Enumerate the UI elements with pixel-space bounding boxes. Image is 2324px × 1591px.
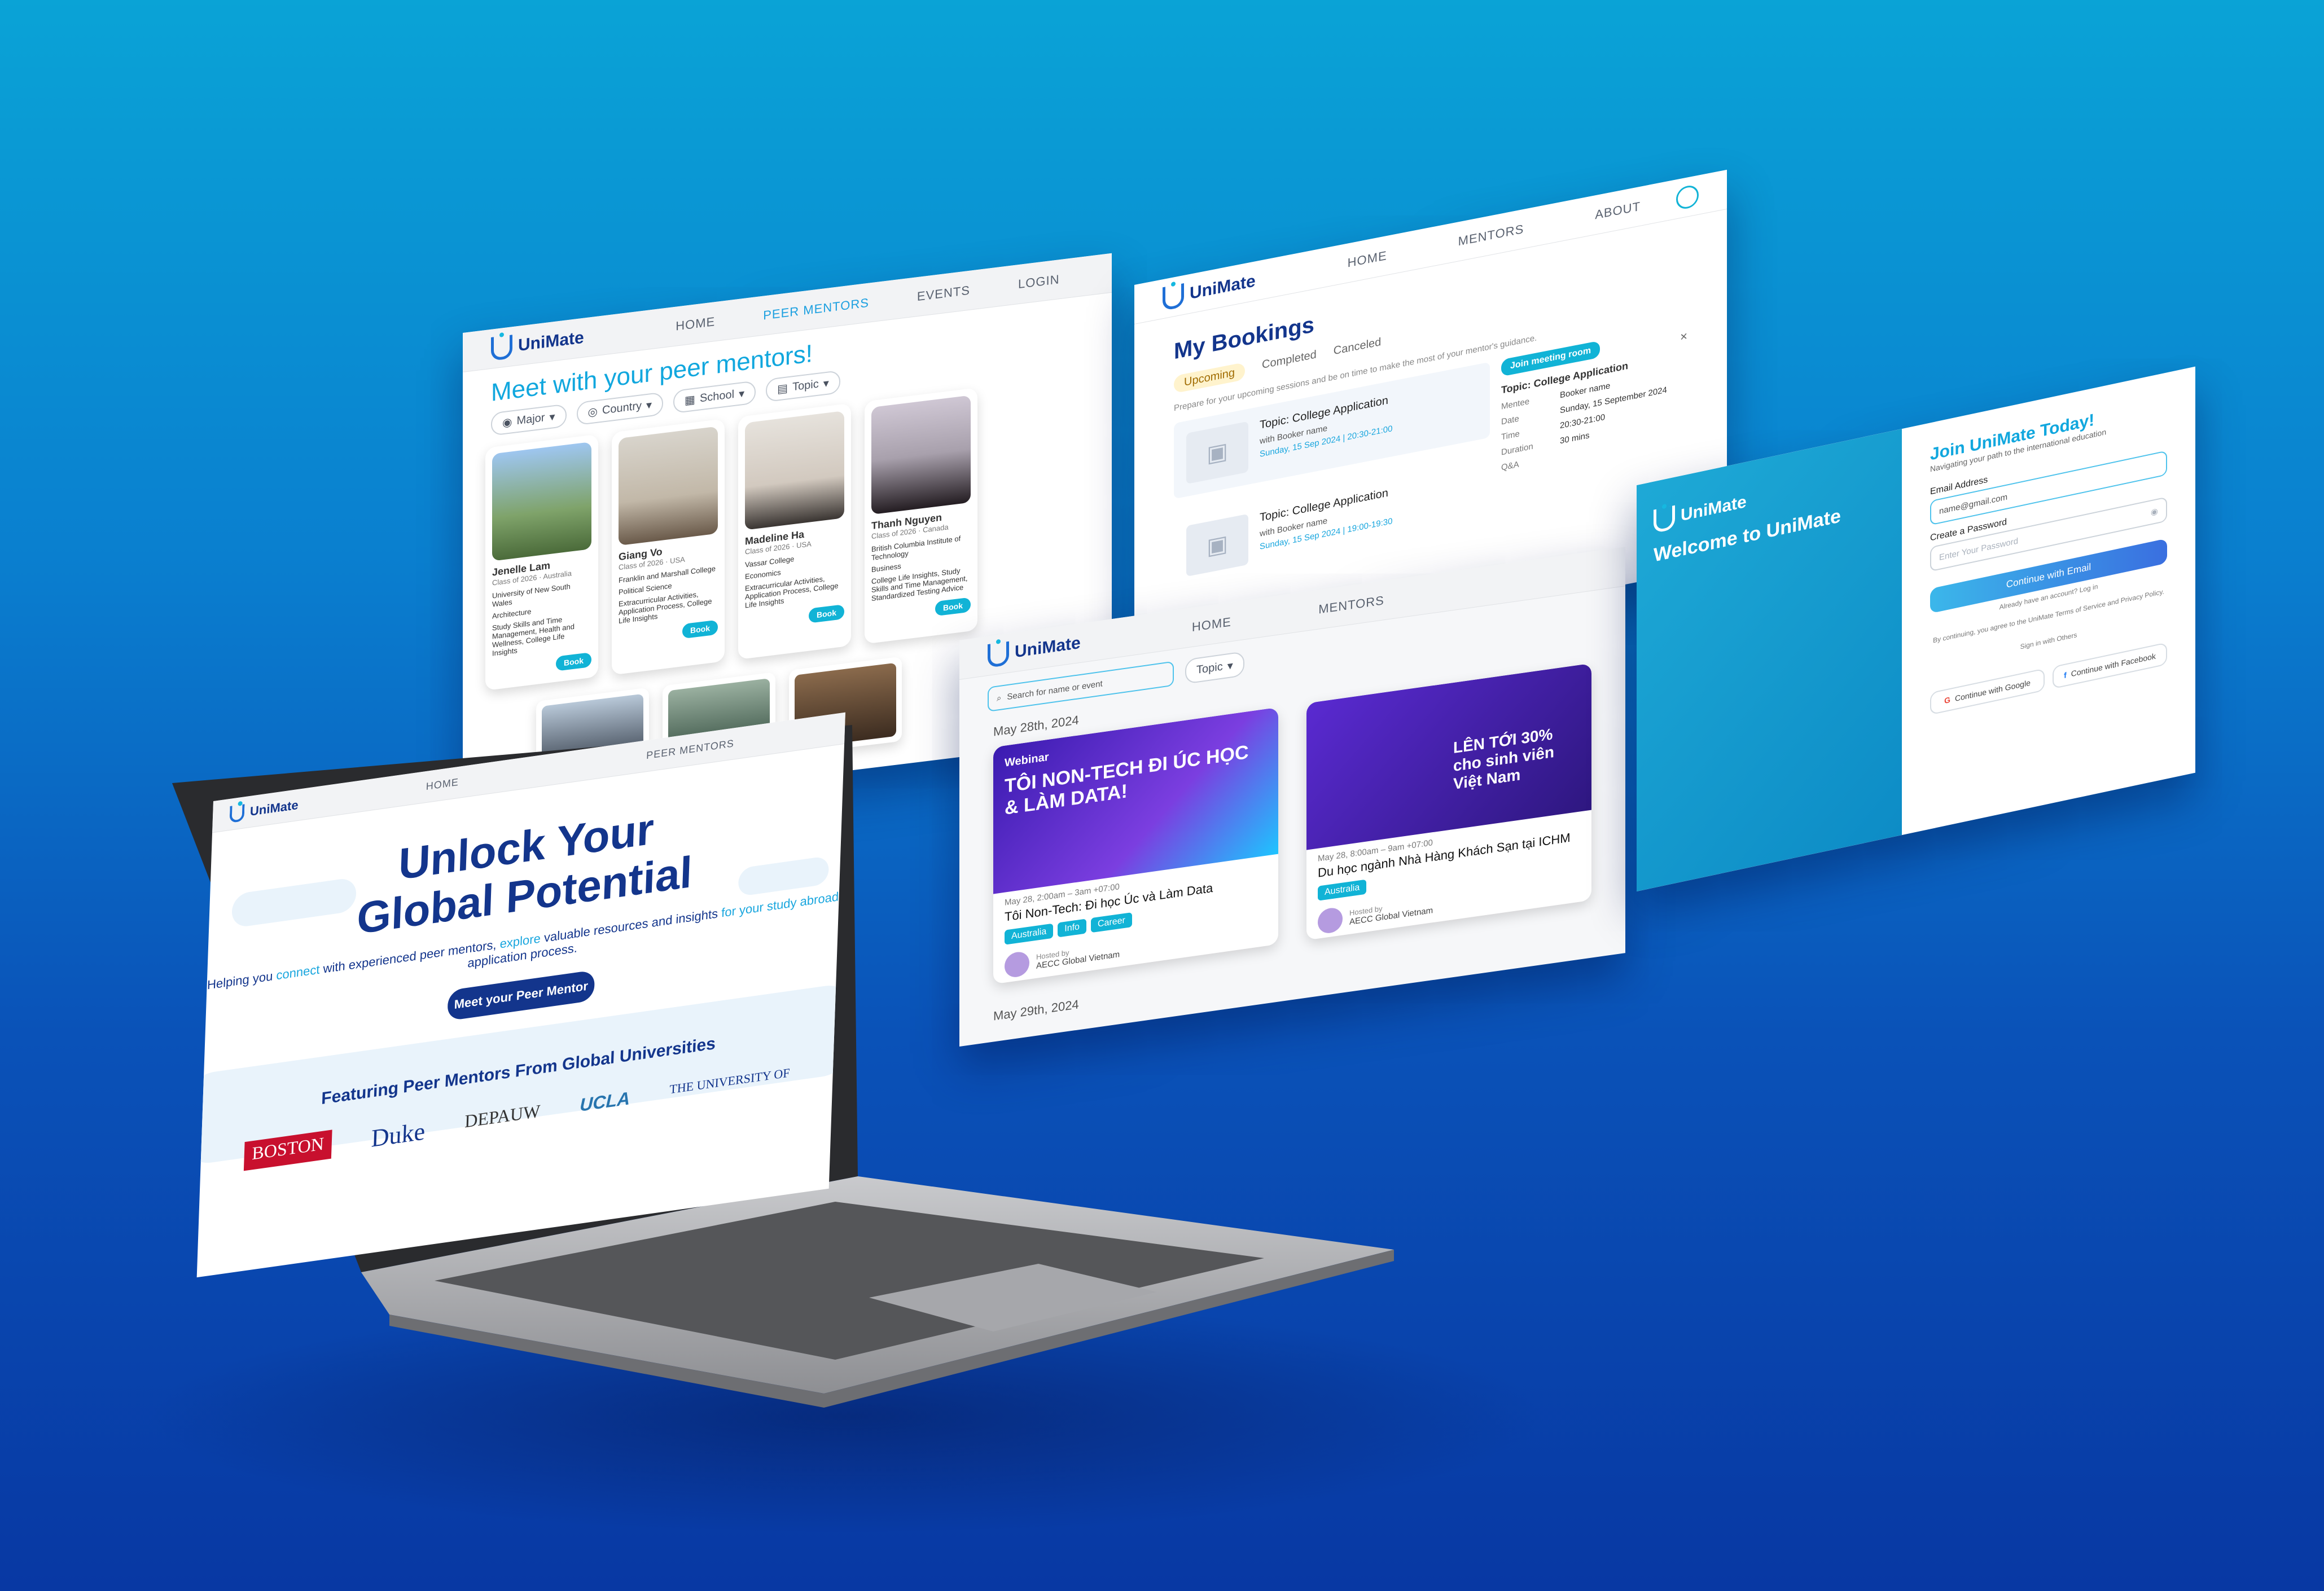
nav-home[interactable]: HOME	[1348, 248, 1387, 270]
search-placeholder: Search for name or event	[1007, 678, 1103, 702]
eye-icon[interactable]: ◉	[2151, 506, 2158, 518]
logo-text: UniMate	[518, 328, 584, 355]
nav-peer-mentors[interactable]: PEER MENTORS	[646, 737, 734, 762]
school-icon: ▦	[685, 393, 695, 407]
detail-value: 20:30-21:00	[1560, 412, 1606, 431]
event-card[interactable]: LÊN TỚI 30% cho sinh viên Việt Nam May 2…	[1306, 663, 1591, 940]
hero-sub-highlight: connect	[276, 962, 320, 982]
event-banner-text: LÊN TỚI 30% cho sinh viên Việt Nam	[1453, 725, 1554, 793]
mentor-country: USA	[670, 555, 685, 565]
close-icon[interactable]: ×	[1680, 329, 1687, 345]
mentor-photo	[745, 410, 844, 530]
topic-icon: ▤	[777, 382, 788, 396]
image-placeholder-icon: ▣	[1186, 513, 1248, 577]
filter-label: Topic	[1196, 660, 1223, 676]
nav-home[interactable]: HOME	[676, 314, 715, 334]
social-buttons: G Continue with Google f Continue with Fac…	[1930, 642, 2167, 715]
mentor-photo	[619, 426, 718, 546]
detail-value: 30 mins	[1560, 430, 1590, 446]
detail-key: Duration	[1501, 441, 1533, 458]
login-welcome-panel: UniMate Welcome to UniMate	[1637, 429, 1902, 891]
filter-label: Topic	[792, 377, 819, 394]
logo-text: UniMate	[1015, 633, 1081, 661]
google-icon: G	[1944, 695, 1950, 706]
chevron-down-icon: ▾	[549, 410, 555, 424]
logo-text: UniMate	[1190, 271, 1256, 303]
nav-home[interactable]: HOME	[426, 776, 459, 793]
nav-home[interactable]: HOME	[1192, 614, 1231, 635]
book-button[interactable]: Book	[556, 652, 591, 671]
unimate-logo-icon	[1654, 505, 1675, 534]
filter-label: Country	[602, 399, 642, 417]
facebook-button[interactable]: f Continue with Facebook	[2053, 642, 2167, 689]
event-tag: Career	[1090, 912, 1132, 933]
chevron-down-icon: ▾	[739, 387, 745, 401]
unimate-logo-icon	[1163, 283, 1184, 311]
logo[interactable]: UniMate	[988, 631, 1081, 668]
event-tag: Australia	[1318, 879, 1367, 901]
facebook-icon: f	[2064, 670, 2067, 680]
host-avatar	[1005, 950, 1029, 979]
nav-about[interactable]: ABOUT	[1595, 199, 1641, 222]
meet-peer-mentor-button[interactable]: Meet your Peer Mentor	[447, 969, 595, 1021]
detail-key: Date	[1501, 414, 1519, 427]
host-avatar	[1318, 906, 1343, 935]
book-button[interactable]: Book	[682, 619, 718, 639]
floor-shadow	[141, 1298, 1552, 1535]
search-icon: ⌕	[997, 693, 1002, 704]
logo[interactable]: UniMate	[491, 326, 584, 361]
detail-key: Q&A	[1501, 459, 1519, 473]
topic-filter[interactable]: Topic ▾	[1185, 651, 1244, 684]
chevron-down-icon: ▾	[1227, 659, 1233, 673]
mentor-photo	[871, 395, 971, 515]
facebook-label: Continue with Facebook	[2071, 651, 2156, 679]
signup-form: Join UniMate Today! Navigating your path…	[1902, 367, 2195, 836]
event-tag: Australia	[1005, 923, 1054, 945]
mentor-card[interactable]: Thanh Nguyen Class of 2026 · Canada Brit…	[865, 388, 977, 644]
hero-sub-highlight: for your study abroad	[721, 889, 839, 920]
unimate-logo-icon	[491, 334, 512, 361]
detail-key: Mentee	[1501, 396, 1530, 412]
logo-text: UniMate	[1681, 492, 1747, 525]
mentor-photo	[492, 442, 591, 561]
filter-label: School	[699, 388, 735, 405]
mentor-card[interactable]: Madeline Ha Class of 2026 · USA Vassar C…	[738, 403, 851, 660]
logo[interactable]: UniMate	[229, 796, 299, 823]
mentor-country: USA	[796, 539, 812, 550]
google-button[interactable]: G Continue with Google	[1930, 668, 2045, 715]
nav-login[interactable]: LOGIN	[1018, 272, 1059, 292]
mentor-card[interactable]: Giang Vo Class of 2026 · USA Franklin an…	[612, 419, 725, 675]
unimate-logo-icon	[229, 803, 245, 823]
laptop-homepage-screen: UniMate HOME PEER MENTORS Unlock Your Gl…	[196, 712, 846, 1278]
nav-events[interactable]: EVENTS	[917, 283, 970, 304]
nav-mentors[interactable]: MENTORS	[1318, 593, 1384, 617]
detail-key: Time	[1501, 429, 1520, 442]
nav-peer-mentors[interactable]: PEER MENTORS	[763, 295, 869, 323]
nav-mentors[interactable]: MENTORS	[1458, 221, 1524, 249]
user-avatar[interactable]	[1676, 183, 1699, 210]
chevron-down-icon: ▾	[823, 377, 829, 390]
event-card[interactable]: Webinar TÔI NON-TECH ĐI ÚC HỌC & LÀM DAT…	[993, 707, 1278, 985]
book-icon: ◉	[502, 416, 512, 430]
image-placeholder-icon: ▣	[1186, 421, 1248, 485]
google-label: Continue with Google	[1955, 678, 2031, 704]
email-value: name@gmail.com	[1939, 491, 2008, 516]
unimate-logo-icon	[988, 641, 1009, 668]
pin-icon: ◎	[587, 405, 598, 419]
chevron-down-icon: ▾	[646, 398, 652, 412]
book-button[interactable]: Book	[809, 604, 844, 623]
mentor-card[interactable]: Jenelle Lam Class of 2026 · Australia Un…	[485, 434, 598, 691]
hero-sub-part: Helping you	[207, 968, 277, 992]
book-button[interactable]: Book	[935, 597, 971, 617]
mockup-stage: UniMate HOME PEER MENTORS EVENTS LOGIN M…	[0, 0, 2324, 1591]
event-tag: Info	[1058, 918, 1086, 938]
filter-label: Major	[516, 411, 545, 428]
logo-text: UniMate	[249, 797, 299, 819]
